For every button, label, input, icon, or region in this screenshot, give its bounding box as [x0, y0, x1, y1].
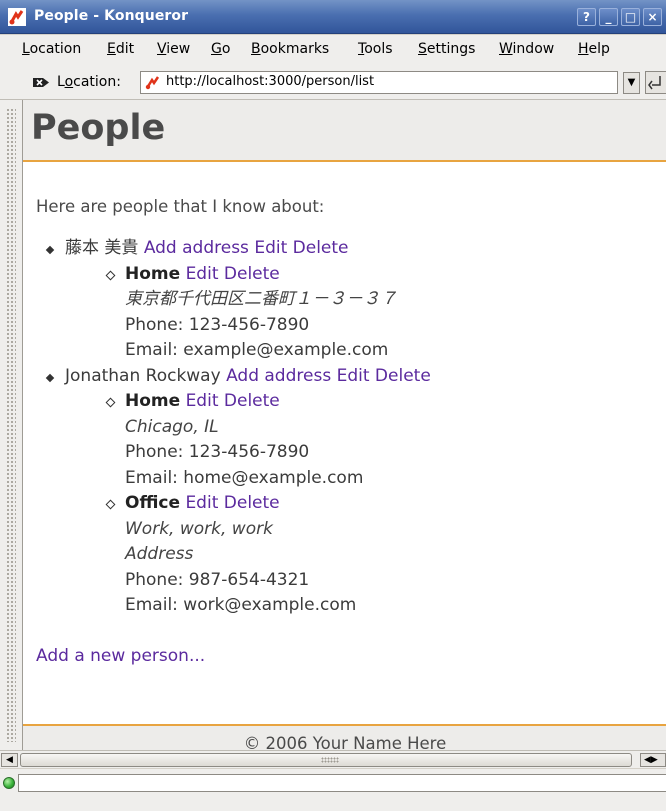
close-button[interactable]: × — [643, 8, 662, 26]
page-footer: © 2006 Your Name Here — [23, 724, 666, 750]
add-address-link[interactable]: Add address — [226, 366, 331, 386]
splitter-grip — [6, 108, 16, 742]
add-person-link[interactable]: Add a new person... — [36, 646, 205, 666]
person-name: Jonathan Rockway — [65, 365, 221, 386]
delete-person-link[interactable]: Delete — [293, 238, 349, 258]
clear-location-icon[interactable] — [32, 76, 50, 89]
maximize-button[interactable]: □ — [621, 8, 640, 26]
favicon-icon — [145, 76, 160, 90]
scrollbar-thumb[interactable] — [20, 753, 632, 767]
menu-edit[interactable]: Edit — [107, 41, 134, 57]
delete-person-link[interactable]: Delete — [375, 366, 431, 386]
menu-bar: Location Edit View Go Bookmarks Tools Se… — [0, 35, 666, 65]
hollow-bullet-icon — [105, 397, 116, 408]
menu-view[interactable]: View — [157, 41, 190, 57]
address-phone: Phone: 987-654-4321 — [125, 569, 310, 590]
person-item: Jonathan Rockway Add address Edit Delete… — [35, 364, 655, 619]
address-list: Home Edit Delete 東京都千代田区二番町１－３－３７ Phone:… — [65, 262, 655, 364]
go-arrow-icon — [648, 76, 661, 90]
address-type: Office — [125, 493, 181, 513]
window-title: People - Konqueror — [34, 8, 189, 24]
address-item: Home Edit Delete 東京都千代田区二番町１－３－３７ Phone:… — [65, 262, 655, 364]
address-phone: Phone: 123-456-7890 — [125, 314, 310, 335]
go-button[interactable] — [645, 71, 666, 94]
location-label: Location: — [57, 74, 121, 90]
arrow-right-icon: ◀▶ — [644, 755, 658, 765]
bullet-icon — [45, 373, 55, 382]
address-line: Address — [125, 544, 194, 564]
menu-location[interactable]: Location — [22, 41, 81, 57]
web-content-area: People Here are people that I know about… — [22, 100, 666, 750]
menu-settings[interactable]: Settings — [418, 41, 475, 57]
menu-tools[interactable]: Tools — [358, 41, 393, 57]
edit-address-link[interactable]: Edit — [185, 493, 218, 513]
thumb-grip — [321, 757, 339, 763]
address-email: Email: example@example.com — [125, 340, 389, 360]
edit-person-link[interactable]: Edit — [254, 238, 287, 258]
location-url-input[interactable]: http://localhost:3000/person/list — [140, 71, 618, 94]
hollow-bullet-icon — [105, 270, 116, 280]
address-email: Email: work@example.com — [125, 595, 357, 615]
status-text-field — [18, 774, 666, 792]
address-line: Chicago, IL — [125, 416, 219, 437]
address-type: Home — [125, 263, 181, 284]
location-dropdown-button[interactable]: ▼ — [623, 72, 640, 94]
address-item: Office Edit Delete Work, work, work Addr… — [65, 491, 655, 619]
dropdown-arrow-icon: ▼ — [627, 77, 636, 88]
footer-copyright: © 2006 Your Name Here — [243, 734, 447, 750]
location-url-text: http://localhost:3000/person/list — [166, 74, 375, 89]
title-bar[interactable]: People - Konqueror ? _ □ × — [0, 0, 666, 34]
address-email: Email: home@example.com — [125, 467, 364, 488]
menu-bookmarks[interactable]: Bookmarks — [251, 41, 329, 57]
delete-address-link[interactable]: Delete — [224, 391, 280, 411]
arrow-left-icon: ◀ — [6, 755, 13, 765]
menu-go[interactable]: Go — [211, 41, 230, 57]
address-line: Work, work, work — [125, 518, 273, 539]
konqueror-logo-icon — [8, 8, 26, 26]
add-address-link[interactable]: Add address — [144, 238, 249, 258]
scroll-left-button[interactable]: ◀ — [1, 753, 18, 767]
delete-address-link[interactable]: Delete — [224, 493, 280, 513]
status-indicator-icon — [3, 777, 15, 789]
person-name: 藤本 美貴 — [65, 238, 139, 258]
minimize-button[interactable]: _ — [599, 8, 618, 26]
status-bar — [0, 769, 666, 811]
scroll-right-button[interactable]: ◀▶ — [640, 753, 666, 767]
page-title: People — [31, 108, 166, 148]
address-list: Home Edit Delete Chicago, IL Phone: 123-… — [65, 389, 655, 619]
bullet-icon — [45, 245, 55, 255]
delete-address-link[interactable]: Delete — [224, 264, 280, 284]
intro-text: Here are people that I know about: — [36, 197, 325, 216]
address-phone: Phone: 123-456-7890 — [125, 442, 310, 462]
edit-person-link[interactable]: Edit — [337, 366, 370, 386]
edit-address-link[interactable]: Edit — [186, 264, 219, 284]
edit-address-link[interactable]: Edit — [186, 391, 219, 411]
location-toolbar: Location: http://localhost:3000/person/l… — [0, 65, 666, 100]
horizontal-scrollbar[interactable]: ◀ ◀▶ — [0, 750, 666, 768]
sidebar-splitter[interactable] — [0, 100, 22, 750]
page-header: People — [23, 100, 666, 162]
address-type: Home — [125, 391, 181, 411]
address-item: Home Edit Delete Chicago, IL Phone: 123-… — [65, 389, 655, 491]
person-item: 藤本 美貴 Add address Edit Delete Home Edit … — [35, 236, 655, 364]
help-button[interactable]: ? — [577, 8, 596, 26]
menu-help[interactable]: Help — [578, 41, 610, 57]
people-list: 藤本 美貴 Add address Edit Delete Home Edit … — [35, 236, 655, 619]
address-line: 東京都千代田区二番町１－３－３７ — [125, 289, 397, 309]
hollow-bullet-icon — [105, 499, 116, 510]
menu-window[interactable]: Window — [499, 41, 554, 57]
